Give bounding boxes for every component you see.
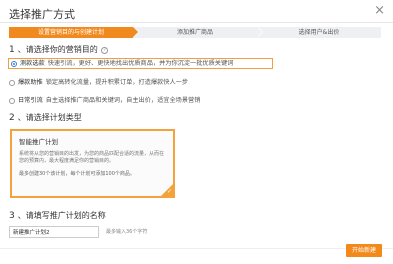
- footer-divider: [0, 248, 393, 249]
- step-3: 选择用户&出价: [257, 27, 381, 38]
- section-2-heading: 2 、请选择计划类型: [9, 112, 82, 123]
- step-1-label: 设置营销目的与创建计划: [37, 29, 104, 36]
- goal-option-desc: 快速引流，更好、更快地找出优质商品，并为你沉淀一批优质关键词: [47, 60, 234, 67]
- step-arrow: [133, 27, 138, 37]
- goal-option-desc: 锁定高转化流量，提升积累订单，打造爆款快人一步: [45, 79, 189, 86]
- check-icon: ✓: [166, 188, 172, 195]
- section-2-number: 2: [9, 113, 15, 123]
- start-create-button[interactable]: 开始新建: [346, 244, 382, 257]
- close-icon[interactable]: ×: [374, 3, 385, 19]
- title-divider: [0, 22, 393, 23]
- section-1-title: 、请选择你的营销目的: [17, 45, 98, 54]
- goal-option-daily[interactable]: 日常引流 自主选择推广商品和关键词，自主出价，适宜全场景营销: [9, 95, 200, 106]
- plan-card-desc: 系统将从您的营销目的出发，为您的商品匹配合适的流量，从而在您的预算内，最大程度满…: [19, 151, 165, 164]
- section-2-title: 、请选择计划类型: [17, 113, 82, 122]
- step-1: 设置营销目的与创建计划: [9, 27, 138, 38]
- section-1-number: 1: [9, 45, 15, 55]
- radio-icon[interactable]: [9, 97, 15, 104]
- step-arrow: [257, 27, 262, 37]
- plan-card-title: 智能推广计划: [19, 138, 58, 146]
- radio-icon[interactable]: [9, 79, 15, 86]
- step-2-label: 添加推广商品: [176, 29, 213, 36]
- goal-option-name: 爆款助推: [18, 79, 43, 86]
- section-3-heading: 3 、请填写推广计划的名称: [9, 210, 106, 221]
- goal-option-name: 日常引流: [18, 97, 43, 104]
- step-3-label: 选择用户&出价: [298, 29, 340, 36]
- goal-option-test[interactable]: 测款选款 快速引流，更好、更快地找出优质商品，并为你沉淀一批优质关键词: [8, 58, 273, 69]
- step-progress: 设置营销目的与创建计划 添加推广商品 选择用户&出价: [9, 27, 381, 38]
- radio-icon[interactable]: [11, 60, 17, 67]
- plan-name-hint: 最多输入36个字符: [106, 229, 148, 235]
- help-icon[interactable]: ?: [101, 47, 109, 54]
- goal-option-boost[interactable]: 爆款助推 锁定高转化流量，提升积累订单，打造爆款快人一步: [9, 77, 188, 88]
- plan-card-limit: 最多创建30个该计划，每个计划可添加100个商品。: [19, 171, 135, 177]
- plan-type-card-smart[interactable]: 智能推广计划 系统将从您的营销目的出发，为您的商品匹配合适的流量，从而在您的预算…: [10, 129, 175, 198]
- section-3-title: 、请填写推广计划的名称: [17, 211, 106, 220]
- section-3-number: 3: [9, 211, 15, 221]
- goal-option-name: 测款选款: [20, 60, 45, 67]
- goal-option-desc: 自主选择推广商品和关键词，自主出价，适宜全场景营销: [45, 97, 201, 104]
- plan-name-input[interactable]: [9, 226, 99, 238]
- promotion-dialog: 选择推广方式 × 设置营销目的与创建计划 添加推广商品 选择用户&出价 1 、请选…: [0, 0, 393, 264]
- dialog-title: 选择推广方式: [9, 8, 75, 21]
- section-1-heading: 1 、请选择你的营销目的 ?: [9, 44, 109, 55]
- step-2: 添加推广商品: [133, 27, 263, 38]
